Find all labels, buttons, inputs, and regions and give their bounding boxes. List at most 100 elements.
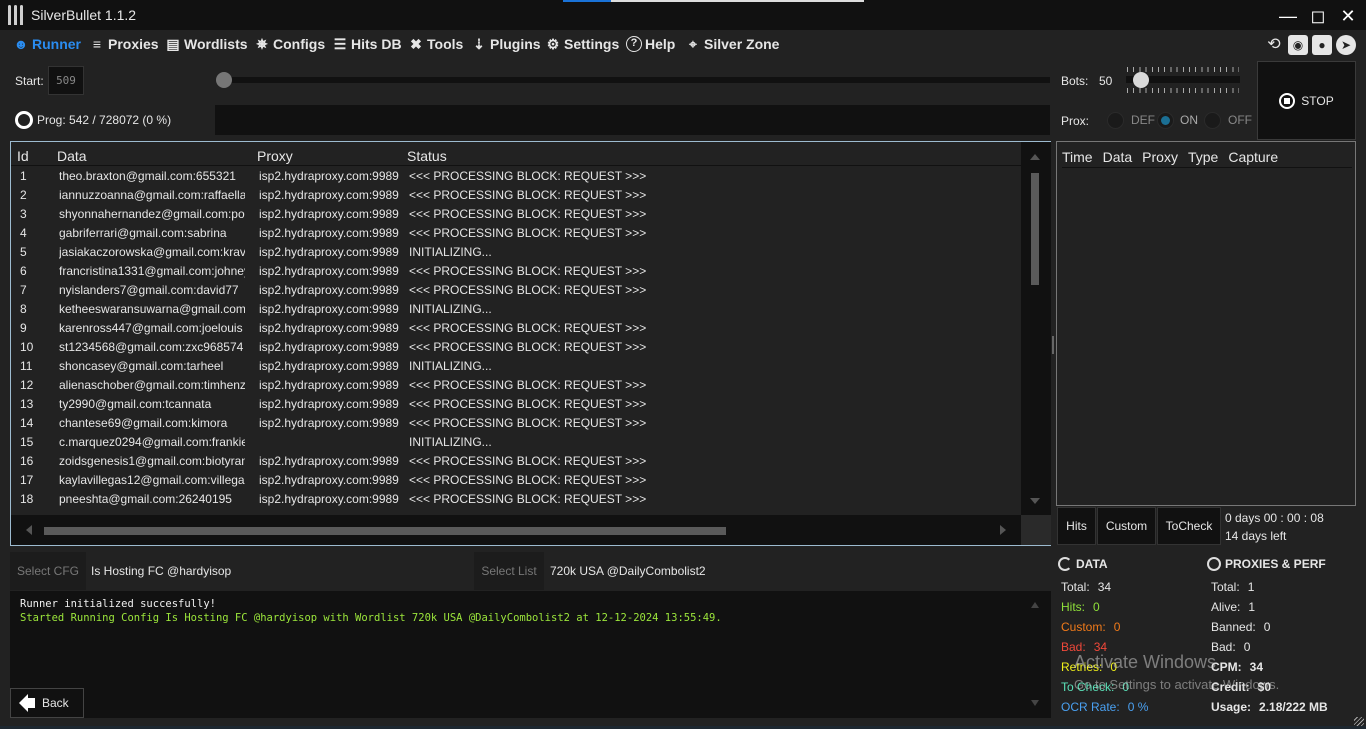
discord-icon[interactable]: ● [1312,35,1332,55]
table-row[interactable]: 14 chantese69@gmail.com:kimora isp2.hydrap… [11,414,1021,433]
table-row[interactable]: 5 jasiakaczorowska@gmail.com:kravit isp2.h… [11,243,1021,262]
row-proxy: isp2.hydraproxy.com:9989 [259,245,399,259]
col-time[interactable]: Time [1062,149,1093,165]
scroll-down-icon[interactable] [1030,498,1040,504]
row-id: 18 [20,492,34,506]
prox-off-radio[interactable] [1204,112,1221,129]
back-button[interactable]: Back [10,688,84,718]
table-row[interactable]: 1 theo.braxton@gmail.com:655321 isp2.hydra… [11,167,1021,186]
table-row[interactable]: 7 nyislanders7@gmail.com:david77 isp2.hydr… [11,281,1021,300]
minimize-button[interactable]: — [1278,6,1298,26]
table-row[interactable]: 3 shyonnahernandez@gmail.com:pop isp2.hydr… [11,205,1021,224]
table-row[interactable]: 15 c.marquez0294@gmail.com:frankie INITIAL… [11,433,1021,452]
col-proxy[interactable]: Proxy [1142,149,1178,165]
table-row[interactable]: 9 karenross447@gmail.com:joelouis isp2.hyd… [11,319,1021,338]
close-button[interactable]: ✕ [1338,6,1358,26]
camera-icon[interactable]: ◉ [1288,35,1308,55]
row-status: INITIALIZING... [409,359,492,373]
map-pin-icon: ⌖ [689,36,697,52]
prox-on-radio[interactable] [1157,112,1174,129]
grid-vertical-scrollbar[interactable] [1021,142,1051,516]
col-data[interactable]: Data [1103,149,1133,165]
col-id[interactable]: Id [17,148,29,164]
row-data: kaylavillegas12@gmail.com:villegas [59,473,245,487]
scroll-right-icon[interactable] [1000,525,1006,535]
hits-tab-button[interactable]: Hits [1057,507,1096,545]
menu-proxies[interactable]: ≡ Proxies [89,36,159,52]
col-capture[interactable]: Capture [1228,149,1278,165]
table-row[interactable]: 6 francristina1331@gmail.com:johney isp2.h… [11,262,1021,281]
menu-settings[interactable]: ⚙ Settings [545,36,620,52]
menu-runner[interactable]: ☻ Runner [13,36,81,52]
log-scroll-up-icon[interactable] [1031,602,1039,608]
grid-header: Id Data Proxy Status [11,142,1021,166]
row-data: pneeshta@gmail.com:26240195 [59,492,232,506]
hscroll-thumb[interactable] [44,527,726,535]
grid-horizontal-scrollbar[interactable] [11,515,1021,545]
row-id: 9 [20,321,27,335]
stop-button[interactable]: STOP [1257,61,1356,140]
row-proxy: isp2.hydraproxy.com:9989 [259,397,399,411]
row-status: <<< PROCESSING BLOCK: REQUEST >>> [409,378,647,392]
start-slider-thumb[interactable] [216,72,232,88]
start-slider-track[interactable] [218,77,1050,83]
col-status[interactable]: Status [407,148,447,164]
menu-label: Tools [427,36,464,52]
menu-help[interactable]: ? Help [626,36,675,52]
row-id: 2 [20,188,27,202]
menu-label: Wordlists [184,36,248,52]
bots-slider-thumb[interactable] [1133,72,1149,88]
row-status: <<< PROCESSING BLOCK: REQUEST >>> [409,340,647,354]
row-data: gabriferrari@gmail.com:sabrina [59,226,227,240]
data-section-title: DATA [1058,557,1108,571]
table-row[interactable]: 16 zoidsgenesis1@gmail.com:biotyrant isp2.… [11,452,1021,471]
days-left: 14 days left [1225,529,1287,543]
row-data: chantese69@gmail.com:kimora [59,416,228,430]
table-row[interactable]: 10 st1234568@gmail.com:zxc968574 isp2.hydr… [11,338,1021,357]
start-label: Start: [15,74,44,88]
row-status: <<< PROCESSING BLOCK: REQUEST >>> [409,169,647,183]
menu-plugins[interactable]: ⇣ Plugins [471,36,540,52]
menu-tools[interactable]: ✖ Tools [408,36,463,52]
select-list-button[interactable]: Select List [474,552,544,590]
col-data[interactable]: Data [57,148,87,164]
scroll-thumb[interactable] [1031,173,1039,285]
row-proxy: isp2.hydraproxy.com:9989 [259,264,399,278]
row-proxy: isp2.hydraproxy.com:9989 [259,378,399,392]
row-proxy: isp2.hydraproxy.com:9989 [259,359,399,373]
table-row[interactable]: 13 ty2990@gmail.com:tcannata isp2.hydrapro… [11,395,1021,414]
help-circle-icon: ? [626,36,642,52]
table-row[interactable]: 18 pneeshta@gmail.com:26240195 isp2.hydrap… [11,490,1021,509]
row-id: 4 [20,226,27,240]
table-row[interactable]: 12 alienaschober@gmail.com:timhenze isp2.h… [11,376,1021,395]
runner-log[interactable]: Runner initialized succesfully! Started … [10,591,1051,718]
maximize-button[interactable]: ◻ [1308,6,1328,26]
row-status: INITIALIZING... [409,302,492,316]
table-row[interactable]: 17 kaylavillegas12@gmail.com:villegas isp2… [11,471,1021,490]
col-type[interactable]: Type [1188,149,1218,165]
select-cfg-button[interactable]: Select CFG [10,552,86,590]
stat-banned: Banned: 0 [1211,620,1271,634]
selected-wordlist: 720k USA @DailyCombolist2 [550,564,706,578]
menu-configs[interactable]: ✵ Configs [254,36,325,52]
start-input[interactable]: 509 [48,66,84,95]
table-row[interactable]: 4 gabriferrari@gmail.com:sabrina isp2.hydr… [11,224,1021,243]
menu-wordlists[interactable]: ▤ Wordlists [165,36,248,52]
scroll-up-icon[interactable] [1030,154,1040,160]
table-row[interactable]: 8 ketheeswaransuwarna@gmail.com:v isp2.hyd… [11,300,1021,319]
table-row[interactable]: 11 shoncasey@gmail.com:tarheel isp2.hydrap… [11,357,1021,376]
table-row[interactable]: 2 iannuzzoanna@gmail.com:raffaella isp2.hy… [11,186,1021,205]
menu-hits-db[interactable]: ☰ Hits DB [332,36,402,52]
plug-icon: ⇣ [473,36,485,52]
prox-def-radio[interactable] [1107,112,1124,129]
tocheck-tab-button[interactable]: ToCheck [1157,507,1221,545]
stat-total: Total: 34 [1061,580,1112,594]
scroll-left-icon[interactable] [26,525,32,535]
history-icon[interactable]: ⟲ [1264,35,1284,55]
splitter-handle[interactable] [1052,336,1054,354]
log-scroll-down-icon[interactable] [1031,700,1039,706]
col-proxy[interactable]: Proxy [257,148,293,164]
menu-silver-zone[interactable]: ⌖ Silver Zone [685,36,779,52]
telegram-icon[interactable]: ➤ [1336,35,1356,55]
custom-tab-button[interactable]: Custom [1097,507,1156,545]
